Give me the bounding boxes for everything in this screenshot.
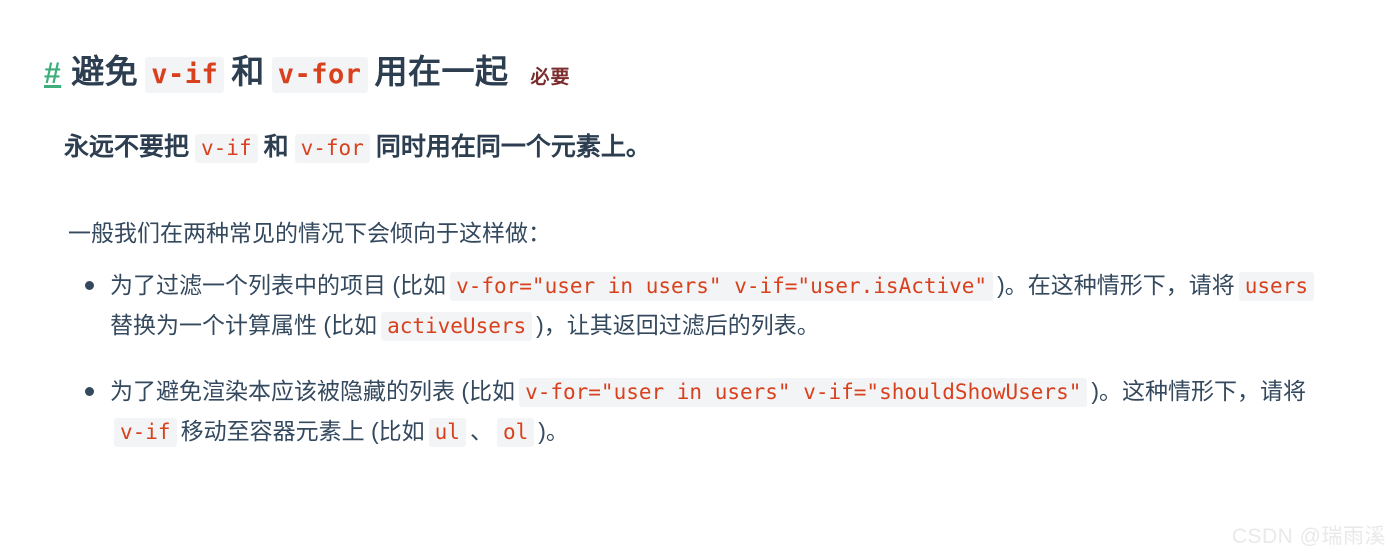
lead-code-v-if: v-if: [195, 134, 258, 163]
heading-text-part-1: 避免: [71, 53, 139, 91]
bullet-1-text-part-3: 替换为一个计算属性 (比如: [110, 311, 378, 338]
list-item: 为了过滤一个列表中的项目 (比如 v-for="user in users" v-…: [68, 266, 1338, 345]
bullet-1-code-activeusers: activeUsers: [381, 311, 533, 341]
lead-text-part-3: 同时用在同一个元素上。: [375, 133, 651, 161]
bullet-dot-icon: [85, 281, 94, 290]
rule-priority-badge: 必要: [530, 67, 571, 89]
bullet-1-text-part-2: )。在这种情形下，请将: [997, 272, 1235, 298]
heading-text-part-2: 和: [231, 53, 265, 91]
heading-text-part-3: 用在一起: [374, 53, 509, 91]
bullet-2-code-ol: ol: [496, 417, 535, 447]
bullet-2-text-part-4: 、: [469, 417, 493, 444]
lead-code-v-for: v-for: [294, 134, 370, 163]
bullet-2-code-vfor-shouldshowusers: v-for="user in users" v-if="shouldShowUs…: [519, 378, 1088, 408]
heading-code-v-for: v-for: [271, 57, 368, 94]
lead-text-part-1: 永远不要把: [64, 133, 190, 161]
csdn-watermark: CSDN @瑞雨溪: [1231, 525, 1386, 548]
bullet-2-text-part-1: 为了避免渲染本应该被隐藏的列表 (比如: [110, 378, 516, 405]
bullet-2-text-part-5: )。: [538, 417, 569, 444]
reason-list: 为了过滤一个列表中的项目 (比如 v-for="user in users" v-…: [68, 266, 1338, 451]
bullet-1-text-part-4: )，让其返回过滤后的列表。: [536, 311, 820, 338]
anchor-link-icon[interactable]: #: [44, 57, 61, 91]
lead-paragraph: 永远不要把 v-if 和 v-for 同时用在同一个元素上。: [64, 129, 651, 167]
bullet-2-code-ul: ul: [428, 417, 466, 447]
bullet-dot-icon: [85, 387, 94, 397]
heading-code-v-if: v-if: [145, 57, 225, 94]
intro-paragraph: 一般我们在两种常见的情况下会倾向于这样做：: [68, 220, 551, 246]
bullet-2-text-part-2: )。这种情形下，请将: [1091, 378, 1307, 405]
bullet-1-code-vfor-vif: v-for="user in users" v-if="user.isActiv…: [450, 272, 994, 301]
bullet-1-code-users: users: [1238, 272, 1314, 301]
bullet-2-text-part-3: 移动至容器元素上 (比如: [180, 417, 425, 444]
documentation-page: # 避免 v-if 和 v-for 用在一起 必要 永远不要把 v-if 和 v-fo…: [0, 0, 1400, 560]
list-item: 为了避免渲染本应该被隐藏的列表 (比如 v-for="user in users"…: [68, 372, 1338, 451]
section-heading: # 避免 v-if 和 v-for 用在一起 必要: [44, 45, 571, 94]
lead-text-part-2: 和: [263, 133, 289, 161]
bullet-1-text-part-1: 为了过滤一个列表中的项目 (比如: [110, 272, 447, 298]
bullet-2-code-v-if: v-if: [114, 417, 177, 447]
